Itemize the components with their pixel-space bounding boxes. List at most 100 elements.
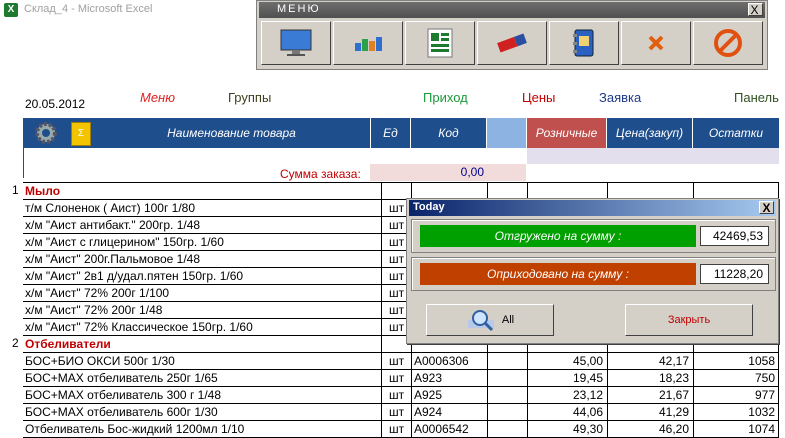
cell-name[interactable]: х/м "Аист" 72% 200г 1/48 [25,302,381,318]
request-link[interactable]: Заявка [599,90,641,105]
cell-name[interactable]: Отбеливатели [25,336,381,352]
cell-blank[interactable] [487,387,527,403]
current-date: 20.05.2012 [25,97,86,111]
today-dialog-caption: Today X [409,200,776,216]
cell-unit[interactable]: шт [381,387,411,403]
table-row[interactable]: БОС+MAX отбеливатель 300 г 1/48 шт A925 23,… [23,386,779,403]
cell-retail[interactable] [527,183,607,199]
cell-retail[interactable]: 23,12 [527,387,607,403]
cell-stock[interactable]: 1074 [693,421,779,437]
cell-retail[interactable]: 49,30 [527,421,607,437]
eraser-icon [497,33,527,53]
cell-retail[interactable]: 45,00 [527,353,607,369]
cell-retail[interactable]: 44,06 [527,404,607,420]
dialog-close-button[interactable]: X [759,201,774,214]
stop-icon [714,29,742,57]
cell-code[interactable]: A0006542 [411,421,487,437]
cell-name[interactable]: БОС+MAX отбеливатель 600г 1/30 [25,404,381,420]
spreadsheet-button[interactable] [405,21,475,65]
monitor-button[interactable] [261,21,331,65]
cell-code[interactable] [411,183,487,199]
shipped-frame: Отгружено на сумму : 42469,53 [411,219,776,253]
cell-blank[interactable] [487,404,527,420]
left-border [23,148,24,178]
received-label: Оприходовано на сумму : [420,263,696,285]
cell-stock[interactable]: 1058 [693,353,779,369]
cell-name[interactable]: Мыло [25,183,381,199]
group-row[interactable]: Мыло [23,182,779,199]
cell-name[interactable]: БОС+MAX отбеливатель 250г 1/65 [25,370,381,386]
groups-link[interactable]: Группы [228,90,271,105]
cell-stock[interactable]: 977 [693,387,779,403]
cell-unit[interactable]: шт [381,370,411,386]
cell-blank[interactable] [487,370,527,386]
received-frame: Оприходовано на сумму : 11228,20 [411,257,776,291]
cell-purchase[interactable]: 41,29 [607,404,693,420]
menu-window: МЕНЮ X [256,0,768,70]
menu-close-button[interactable]: X [748,3,763,16]
today-dialog: Today X Отгружено на сумму : 42469,53 Оп… [406,198,779,344]
group-number: 1 [12,183,19,197]
cross-icon [648,35,664,51]
cell-blank[interactable] [487,421,527,437]
cell-code[interactable]: A924 [411,404,487,420]
chart-button[interactable] [333,21,403,65]
cell-stock[interactable] [693,183,779,199]
all-button[interactable]: All [426,304,554,336]
table-row[interactable]: БОС+MAX отбеливатель 600г 1/30 шт A924 44,0… [23,403,779,420]
table-row[interactable]: Отбеливатель Бос-жидкий 1200мл 1/10 шт A00… [23,420,779,437]
shipped-value: 42469,53 [700,226,769,246]
cell-code[interactable]: A925 [411,387,487,403]
cell-name[interactable]: х/м "Аист" 72% 200г 1/100 [25,285,381,301]
cell-name[interactable]: х/м "Аист" 72% Классическое 150гр. 1/60 [25,319,381,335]
cell-purchase[interactable]: 46,20 [607,421,693,437]
cell-purchase[interactable]: 42,17 [607,353,693,369]
cell-name[interactable]: БОС+MAX отбеливатель 300 г 1/48 [25,387,381,403]
eraser-button[interactable] [477,21,547,65]
settings-gear-icon[interactable] [29,120,63,146]
cell-unit[interactable]: шт [381,404,411,420]
cell-purchase[interactable]: 21,67 [607,387,693,403]
cell-unit[interactable] [381,183,411,199]
cell-name[interactable]: Отбеливатель Бос-жидкий 1200мл 1/10 [25,421,381,437]
table-row[interactable]: БОС+БИО ОКСИ 500г 1/30 шт A0006306 45,00 42,… [23,352,779,369]
close-dialog-button[interactable]: Закрыть [625,304,753,336]
contacts-button[interactable] [549,21,619,65]
exit-button[interactable] [693,21,763,65]
income-link[interactable]: Приход [423,90,468,105]
cell-name[interactable]: х/м "Аист" 2в1 д/удал.пятен 150гр. 1/60 [25,268,381,284]
cell-unit[interactable]: шт [381,353,411,369]
cell-unit[interactable]: шт [381,421,411,437]
all-button-label: All [501,314,515,326]
prices-link[interactable]: Цены [522,90,555,105]
window-title: Склад_4 - Microsoft Excel [24,3,153,15]
col-name-header: Наименование товара [93,118,371,148]
col-code-header: Код [411,118,487,148]
cell-retail[interactable]: 19,45 [527,370,607,386]
col-purchase-header[interactable]: Цена(закуп) [607,118,693,148]
cell-stock[interactable]: 1032 [693,404,779,420]
menu-link[interactable]: Меню [140,90,175,105]
monitor-icon [280,29,312,56]
cell-name[interactable]: х/м "Аист" 200г.Пальмовое 1/48 [25,251,381,267]
cell-name[interactable]: т/м Слоненок ( Аист) 100г 1/80 [25,200,381,216]
cell-purchase[interactable] [607,183,693,199]
cell-name[interactable]: х/м "Аист антибакт." 200гр. 1/48 [25,217,381,233]
sum-note-icon[interactable]: Σ [71,122,91,146]
cell-code[interactable]: A0006306 [411,353,487,369]
col-stock-header: Остатки [708,126,764,140]
menu-window-title: МЕНЮ [277,3,321,15]
cell-name[interactable]: х/м "Аист с глицерином" 150гр. 1/60 [25,234,381,250]
contacts-book-icon [573,29,594,57]
panel-link[interactable]: Панель [734,90,779,105]
col-retail-header[interactable]: Розничные [527,118,607,148]
table-row[interactable]: БОС+MAX отбеливатель 250г 1/65 шт A923 19,4… [23,369,779,386]
cell-blank[interactable] [487,353,527,369]
excel-icon: X [4,3,18,17]
cell-code[interactable]: A923 [411,370,487,386]
cell-purchase[interactable]: 18,23 [607,370,693,386]
delete-button[interactable] [621,21,691,65]
cell-blank[interactable] [487,183,527,199]
cell-stock[interactable]: 750 [693,370,779,386]
cell-name[interactable]: БОС+БИО ОКСИ 500г 1/30 [25,353,381,369]
